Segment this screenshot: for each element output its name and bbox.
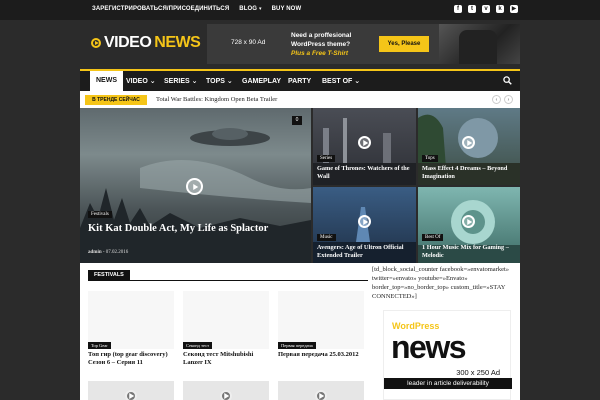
register-link[interactable]: ЗАРЕГИСТРИРОВАТЬСЯ/ПРИСОЕДИНИТЬСЯ — [92, 6, 229, 12]
youtube-icon[interactable]: ▶ — [510, 5, 518, 13]
post-date: 07.02.2016 — [105, 250, 129, 255]
chevron-down-icon: ⌄ — [191, 78, 198, 85]
chevron-down-icon: ▾ — [259, 6, 262, 12]
post-thumbnail[interactable]: Первая передача — [278, 291, 364, 349]
logo-accent: NEWS — [154, 34, 201, 51]
post-title[interactable]: Mass Effect 4 Dreams – Beyond Imaginatio… — [422, 165, 518, 181]
ad-line-1: Need a proffesional — [291, 32, 352, 39]
header-ad-banner[interactable]: 728 x 90 Ad Need a proffesional WordPres… — [207, 24, 520, 64]
content-area: FESTIVALS Top Gear Топ гир (top gear dis… — [80, 263, 520, 400]
ad-strapline: leader in article deliverability — [384, 378, 512, 389]
play-icon[interactable] — [125, 390, 137, 400]
post-thumbnail[interactable]: Top Gear — [88, 291, 174, 349]
vk-icon[interactable]: k — [496, 5, 504, 13]
chevron-left-icon[interactable]: ‹ — [492, 95, 501, 104]
category-tag[interactable]: Tops — [422, 155, 438, 162]
category-tag[interactable]: Series — [317, 155, 336, 162]
nav-item-series[interactable]: SERIES ⌄ — [164, 73, 198, 91]
top-bar: ЗАРЕГИСТРИРОВАТЬСЯ/ПРИСОЕДИНИТЬСЯ BLOG ▾ … — [0, 0, 600, 20]
nav-item-best-of[interactable]: BEST OF ⌄ — [322, 73, 360, 91]
play-circle-icon — [91, 38, 101, 48]
chevron-down-icon: ⌄ — [354, 78, 361, 85]
search-icon[interactable] — [503, 76, 512, 85]
nav-item-series-label: SERIES — [164, 78, 190, 85]
top-links: ЗАРЕГИСТРИРОВАТЬСЯ/ПРИСОЕДИНИТЬСЯ BLOG ▾ … — [92, 6, 301, 12]
section-divider — [88, 280, 368, 281]
post-title[interactable]: Avengers: Age of Ultron Official Extende… — [317, 244, 415, 260]
main-nav: NEWS VIDEO ⌄ SERIES ⌄ TOPS ⌄ GAMEPLAY PA… — [80, 69, 520, 91]
tshirt-image — [439, 24, 520, 64]
featured-title[interactable]: Kit Kat Double Act, My Life as Splactor — [88, 222, 288, 235]
trending-badge: В ТРЕНДЕ СЕЙЧАС — [85, 95, 147, 105]
social-icons: f t v k ▶ — [454, 5, 518, 13]
post-tile[interactable]: Tops Mass Effect 4 Dreams – Beyond Imagi… — [418, 108, 520, 185]
play-icon[interactable] — [358, 136, 371, 149]
post-thumbnail[interactable] — [183, 381, 269, 400]
featured-post[interactable]: 0 Festivals Kit Kat Double Act, My Life … — [80, 108, 311, 263]
ad-size-label: 728 x 90 Ad — [231, 39, 266, 46]
chevron-right-icon[interactable]: › — [504, 95, 513, 104]
category-tag[interactable]: Best Of — [422, 234, 444, 241]
play-icon[interactable] — [462, 215, 475, 228]
ad-cta-button[interactable]: Yes, Please — [379, 36, 429, 52]
ad-size-label: 300 x 250 Ad — [456, 368, 500, 377]
post-title[interactable]: Game of Thrones: Watchers of the Wall — [317, 165, 415, 181]
post-tile[interactable]: Series Game of Thrones: Watchers of the … — [313, 108, 416, 185]
chevron-down-icon: ⌄ — [149, 78, 156, 85]
post-thumbnail[interactable]: Секонд тест — [183, 291, 269, 349]
sidebar-ad[interactable]: WordPress news 300 x 250 Ad leader in ar… — [383, 310, 512, 400]
comment-count: 0 — [292, 116, 302, 125]
post-title[interactable]: 1 Hour Music Mix for Gaming – Melodic — [422, 244, 518, 260]
trending-title[interactable]: Total War Battles: Kingdom Open Beta Tra… — [156, 96, 277, 103]
nav-item-party[interactable]: PARTY — [288, 73, 311, 91]
blog-link-label: BLOG — [239, 6, 257, 12]
category-tag[interactable]: Первая передача — [278, 342, 316, 349]
nav-item-video[interactable]: VIDEO ⌄ — [126, 73, 156, 91]
play-icon[interactable] — [358, 215, 371, 228]
post-thumbnail[interactable] — [278, 381, 364, 400]
nav-item-best-of-label: BEST OF — [322, 78, 353, 85]
post-tile[interactable]: Best Of 1 Hour Music Mix for Gaming – Me… — [418, 187, 520, 263]
play-icon[interactable] — [220, 390, 232, 400]
category-tag[interactable]: Festivals — [88, 211, 112, 218]
ad-pitch: Need a proffesional WordPress theme? Plu… — [291, 31, 351, 58]
post-tile[interactable]: Music Avengers: Age of Ultron Official E… — [313, 187, 416, 263]
site-logo[interactable]: VIDEO NEWS — [91, 34, 201, 52]
buy-now-link[interactable]: BUY NOW — [272, 6, 302, 12]
site-header: VIDEO NEWS 728 x 90 Ad Need a proffesiona… — [0, 20, 600, 69]
play-icon[interactable] — [186, 178, 203, 195]
ad-line-3: Plus a Free T-Shirt — [291, 50, 349, 57]
nav-item-tops[interactable]: TOPS ⌄ — [206, 73, 233, 91]
category-tag[interactable]: Top Gear — [88, 342, 111, 349]
play-icon[interactable] — [315, 390, 327, 400]
vimeo-icon[interactable]: v — [482, 5, 490, 13]
post-meta: admin - 07.02.2016 — [88, 250, 129, 255]
logo-main: VIDEO — [104, 34, 152, 51]
blog-link[interactable]: BLOG ▾ — [239, 6, 261, 12]
nav-item-video-label: VIDEO — [126, 78, 148, 85]
ad-line-2: WordPress theme? — [291, 41, 351, 48]
shortcode-text: [td_block_social_counter facebook=»envat… — [372, 266, 510, 300]
post-title[interactable]: Секонд тест Mitshubishi Lanzer IX — [183, 351, 271, 367]
play-icon[interactable] — [462, 136, 475, 149]
chevron-down-icon: ⌄ — [226, 78, 233, 85]
post-title[interactable]: Первая передача 25.03.2012 — [278, 351, 366, 359]
post-title[interactable]: Топ гир (top gear discovery) Сезон 6 – С… — [88, 351, 176, 367]
twitter-icon[interactable]: t — [468, 5, 476, 13]
trending-bar: В ТРЕНДЕ СЕЙЧАС Total War Battles: Kingd… — [80, 91, 520, 108]
nav-item-tops-label: TOPS — [206, 78, 225, 85]
facebook-icon[interactable]: f — [454, 5, 462, 13]
post-thumbnail[interactable] — [88, 381, 174, 400]
post-author[interactable]: admin — [88, 250, 102, 255]
ad-headline: news — [391, 329, 467, 365]
category-tag[interactable]: Секонд тест — [183, 342, 213, 349]
nav-item-news[interactable]: NEWS — [90, 71, 123, 91]
nav-item-gameplay[interactable]: GAMEPLAY — [242, 73, 281, 91]
category-tag[interactable]: Music — [317, 234, 336, 241]
